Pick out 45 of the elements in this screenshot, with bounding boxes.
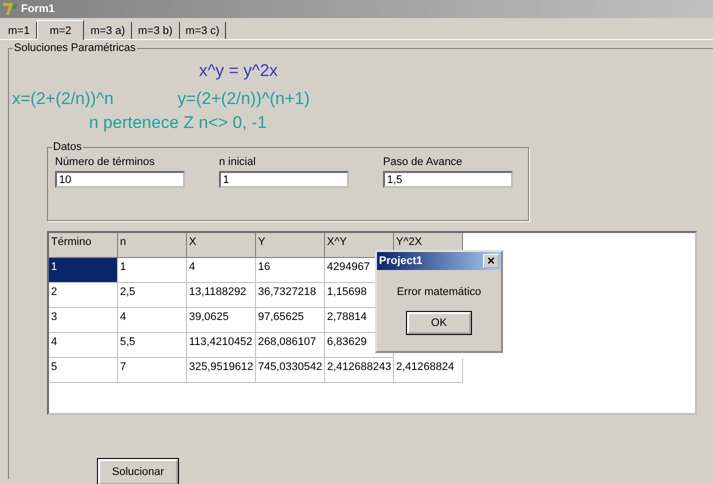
table-cell: 16 [256,258,325,283]
table-cell: 4 [118,308,187,333]
table-cell: 4 [49,333,118,358]
input-field[interactable]: 1,5 [383,171,513,188]
table-cell: 2,41268824 [394,358,463,383]
group-title: Soluciones Paramétricas [13,42,137,54]
table-cell: 7 [118,358,187,383]
table-cell: 325,9519612 [187,358,256,383]
table-cell: 1 [49,258,118,283]
field-label: n inicial [219,156,257,168]
table-cell: 97,65625 [256,308,325,333]
table-cell: 2,412688243 [325,358,394,383]
table-cell: 3 [49,308,118,333]
column-header: Y [256,233,325,258]
table-cell: 36,7327218 [256,283,325,308]
window-title: Form1 [21,3,55,15]
column-header: X [187,233,256,258]
table-cell: 4 [187,258,256,283]
table-cell: 13,1188292 [187,283,256,308]
column-header: Término [49,233,118,258]
close-button[interactable]: × [483,254,499,268]
dialog-message: Error matemático [396,286,482,298]
input-field[interactable]: 1 [219,171,349,188]
column-header: n [118,233,187,258]
y-formula-text: y=(2+(2/n))^(n+1) [178,89,310,109]
table-cell: 5 [49,358,118,383]
condition-text: n pertenece Z n<> 0, -1 [89,113,268,133]
solve-button[interactable]: Solucionar [98,459,178,484]
app-icon [2,1,18,17]
table-cell: 268,086107 [256,333,325,358]
field-label: Paso de Avance [383,156,464,168]
datos-title: Datos [52,141,83,153]
x-formula-text: x=(2+(2/n))^n [12,89,114,109]
table-cell: 745,0330542 [256,358,325,383]
input-field[interactable]: 10 [55,171,185,188]
table-cell: 2,5 [118,283,187,308]
tab[interactable]: m=2 [36,20,84,40]
ok-button[interactable]: OK [407,312,471,334]
table-cell: 113,4210452 [187,333,256,358]
table-cell: 2 [49,283,118,308]
table-cell: 39,0625 [187,308,256,333]
field-label: Número de términos [55,156,156,168]
table-cell: 1 [118,258,187,283]
equation-text: x^y = y^2x [199,61,279,81]
table-cell: 5,5 [118,333,187,358]
